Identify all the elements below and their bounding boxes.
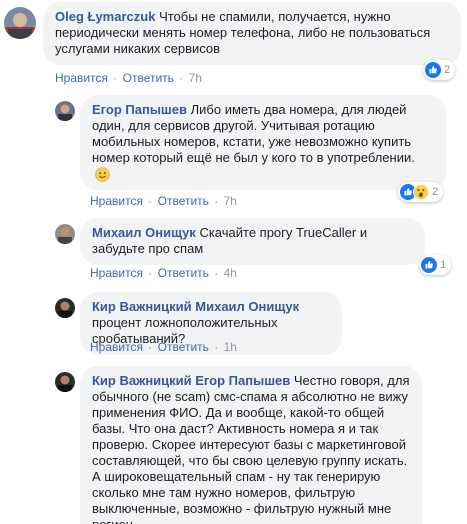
avatar[interactable]	[4, 7, 36, 39]
timestamp[interactable]: 7h	[224, 194, 237, 208]
comment-author[interactable]: Кир Важницкий	[92, 373, 192, 388]
like-button[interactable]: Нравится	[90, 266, 143, 280]
avatar[interactable]	[55, 101, 75, 121]
comment-actions: Нравится · Ответить · 7h	[90, 194, 237, 208]
timestamp[interactable]: 1h	[224, 340, 237, 354]
like-button[interactable]: Нравится	[55, 71, 108, 85]
mention-link[interactable]: Егор Папышев	[195, 373, 290, 388]
comment-author[interactable]: Кир Важницкий	[92, 299, 192, 314]
timestamp[interactable]: 7h	[189, 71, 202, 85]
comment-text: Честно говоря, для обычного (не scam) см…	[92, 373, 410, 524]
like-icon	[425, 62, 441, 78]
reaction-number: 2	[432, 186, 439, 198]
comment-bubble: Егор Папышев Либо иметь два номера, для …	[80, 95, 446, 191]
reply-button[interactable]: Ответить	[158, 340, 209, 354]
comment-actions: Нравится · Ответить · 7h	[55, 71, 202, 85]
reaction-count[interactable]: 1	[419, 255, 452, 275]
comment-author[interactable]: Михаил Онищук	[92, 225, 196, 240]
reaction-count[interactable]: 2	[423, 60, 456, 80]
like-icon	[421, 257, 437, 273]
comment-bubble: Михаил Онищук Скачайте прогу TrueCaller …	[80, 218, 425, 265]
comment-bubble: Кир Важницкий Егор Папышев Честно говоря…	[80, 366, 422, 524]
like-button[interactable]: Нравится	[90, 340, 143, 354]
reaction-count[interactable]: 2	[398, 182, 444, 202]
reply-button[interactable]: Ответить	[158, 194, 209, 208]
timestamp[interactable]: 4h	[224, 266, 237, 280]
avatar[interactable]	[55, 224, 75, 244]
reply-button[interactable]: Ответить	[158, 266, 209, 280]
like-button[interactable]: Нравится	[90, 194, 143, 208]
comment-author[interactable]: Oleg Łymarczuk	[55, 9, 155, 24]
wow-icon	[413, 184, 429, 200]
comment-author[interactable]: Егор Папышев	[92, 102, 187, 117]
smile-emoji	[95, 167, 110, 182]
comment-actions: Нравится · Ответить · 4h	[90, 266, 237, 280]
reaction-number: 1	[440, 259, 447, 271]
reaction-number: 2	[444, 64, 451, 76]
mention-link[interactable]: Михаил Онищук	[195, 299, 299, 314]
avatar[interactable]	[55, 298, 75, 318]
comment-bubble: Oleg Łymarczuk Чтобы не спамили, получае…	[43, 2, 461, 65]
reply-button[interactable]: Ответить	[123, 71, 174, 85]
avatar[interactable]	[55, 372, 75, 392]
comment-actions: Нравится · Ответить · 1h	[90, 340, 237, 354]
